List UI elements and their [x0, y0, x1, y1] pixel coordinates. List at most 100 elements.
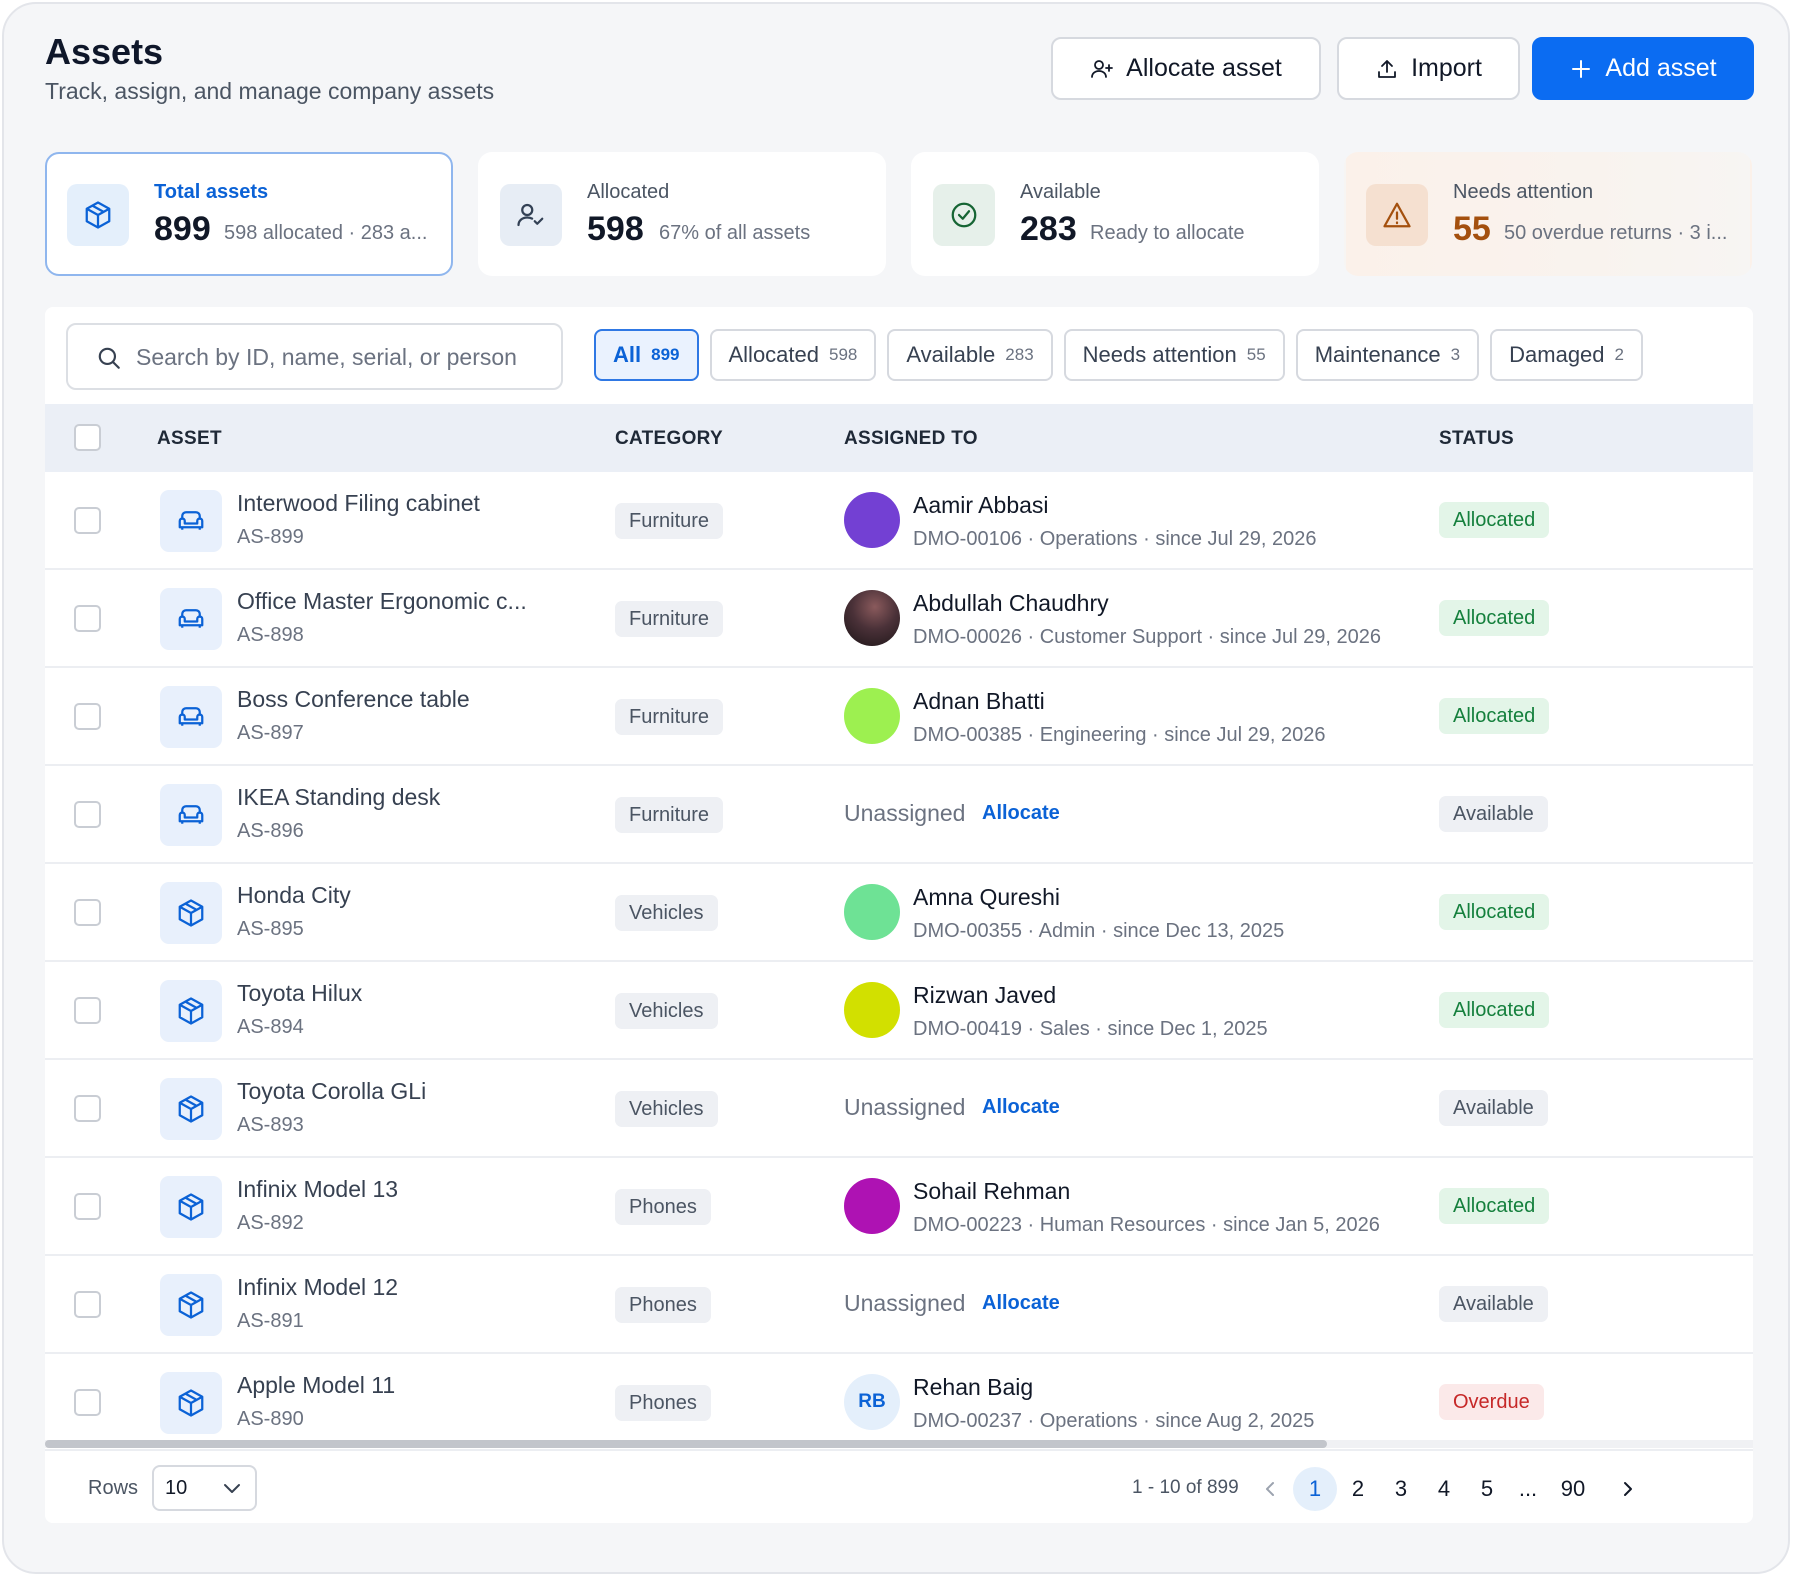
asset-name[interactable]: Infinix Model 12: [237, 1274, 398, 1301]
page-3-button[interactable]: 3: [1379, 1467, 1423, 1511]
filter-needs-attention[interactable]: Needs attention 55: [1063, 329, 1285, 381]
stat-card-allocated[interactable]: Allocated 598 67% of all assets: [478, 152, 886, 276]
search-input[interactable]: [136, 337, 546, 377]
sofa-icon: [160, 686, 222, 748]
prev-page-button[interactable]: [1249, 1467, 1293, 1511]
box-icon: [160, 1078, 222, 1140]
scrollbar-thumb[interactable]: [45, 1440, 1327, 1448]
next-page-button[interactable]: [1605, 1467, 1649, 1511]
row-checkbox[interactable]: [74, 997, 101, 1024]
filter-damaged[interactable]: Damaged 2: [1490, 329, 1643, 381]
asset-id: AS-898: [237, 624, 304, 646]
asset-name[interactable]: Interwood Filing cabinet: [237, 490, 480, 517]
row-checkbox[interactable]: [74, 1291, 101, 1318]
allocate-link[interactable]: Allocate: [982, 1096, 1060, 1119]
column-status[interactable]: STATUS: [1439, 428, 1514, 450]
add-asset-button[interactable]: Add asset: [1532, 37, 1754, 100]
status-badge: Allocated: [1439, 698, 1550, 734]
column-asset[interactable]: ASSET: [157, 428, 222, 450]
status-badge: Overdue: [1439, 1384, 1544, 1420]
table-row[interactable]: Apple Model 11 AS-890 Phones RB Rehan Baig DM…: [45, 1354, 1753, 1452]
status-badge: Allocated: [1439, 502, 1550, 538]
page-5-button[interactable]: 5: [1465, 1467, 1509, 1511]
page-ellipsis: ...: [1518, 1476, 1538, 1501]
stat-label: Available: [1020, 181, 1101, 203]
stat-label: Total assets: [154, 181, 269, 203]
page-90-button[interactable]: 90: [1551, 1467, 1595, 1511]
asset-id: AS-891: [237, 1310, 304, 1332]
sofa-icon: [160, 784, 222, 846]
assignee-name[interactable]: Sohail Rehman: [913, 1178, 1070, 1205]
page-1-button[interactable]: 1: [1293, 1467, 1337, 1511]
chip-count: 283: [1005, 345, 1034, 364]
row-checkbox[interactable]: [74, 1193, 101, 1220]
horizontal-scrollbar[interactable]: [45, 1440, 1753, 1448]
row-checkbox[interactable]: [74, 899, 101, 926]
row-checkbox[interactable]: [74, 703, 101, 730]
table-row[interactable]: Toyota Hilux AS-894 Vehicles Rizwan Javed DM…: [45, 962, 1753, 1060]
box-icon: [160, 980, 222, 1042]
assignee-name[interactable]: Amna Qureshi: [913, 884, 1060, 911]
allocate-link[interactable]: Allocate: [982, 802, 1060, 825]
assignee-meta: DMO-00355 · Admin · since Dec 13, 2025: [913, 920, 1285, 942]
status-badge: Allocated: [1439, 894, 1550, 930]
stat-label: Allocated: [587, 181, 670, 203]
stat-card-available[interactable]: Available 283 Ready to allocate: [911, 152, 1319, 276]
import-button[interactable]: Import: [1337, 37, 1520, 100]
column-assigned-to[interactable]: ASSIGNED TO: [844, 428, 978, 450]
category-badge: Vehicles: [615, 1091, 718, 1127]
assignee-name[interactable]: Rehan Baig: [913, 1374, 1033, 1401]
row-checkbox[interactable]: [74, 1095, 101, 1122]
assignee-name[interactable]: Rizwan Javed: [913, 982, 1056, 1009]
asset-name[interactable]: Apple Model 11: [237, 1372, 395, 1399]
table-row[interactable]: Honda City AS-895 Vehicles Amna Qureshi DMO-…: [45, 864, 1753, 962]
page-2-button[interactable]: 2: [1336, 1467, 1380, 1511]
asset-name[interactable]: Infinix Model 13: [237, 1176, 398, 1203]
add-asset-label: Add asset: [1605, 54, 1717, 82]
assignee-meta: DMO-00237 · Operations · since Aug 2, 20…: [913, 1410, 1315, 1432]
asset-name[interactable]: Office Master Ergonomic c...: [237, 588, 527, 615]
allocate-link[interactable]: Allocate: [982, 1292, 1060, 1315]
chip-count: 2: [1614, 345, 1624, 364]
assignee-name[interactable]: Abdullah Chaudhry: [913, 590, 1109, 617]
filter-allocated[interactable]: Allocated 598: [709, 329, 877, 381]
table-row[interactable]: Toyota Corolla GLi AS-893 Vehicles Unassign…: [45, 1060, 1753, 1158]
asset-name[interactable]: IKEA Standing desk: [237, 784, 440, 811]
row-checkbox[interactable]: [74, 605, 101, 632]
asset-name[interactable]: Honda City: [237, 882, 351, 909]
table-row[interactable]: Interwood Filing cabinet AS-899 Furniture A…: [45, 472, 1753, 570]
status-badge: Allocated: [1439, 992, 1550, 1028]
allocate-asset-button[interactable]: Allocate asset: [1051, 37, 1321, 100]
row-checkbox[interactable]: [74, 507, 101, 534]
stat-card-attention[interactable]: Needs attention 55 50 overdue returns · …: [1344, 152, 1752, 276]
category-badge: Phones: [615, 1189, 711, 1225]
filter-available[interactable]: Available 283: [887, 329, 1053, 381]
filter-maintenance[interactable]: Maintenance 3: [1295, 329, 1480, 381]
chevron-right-icon: [1624, 1482, 1632, 1496]
table-row[interactable]: IKEA Standing desk AS-896 Furniture Unassig…: [45, 766, 1753, 864]
upload-icon: [1378, 59, 1396, 78]
page-4-button[interactable]: 4: [1422, 1467, 1466, 1511]
asset-name[interactable]: Toyota Corolla GLi: [237, 1078, 426, 1105]
table-row[interactable]: Boss Conference table AS-897 Furniture Adna…: [45, 668, 1753, 766]
table-row[interactable]: Infinix Model 13 AS-892 Phones Sohail Rehma…: [45, 1158, 1753, 1256]
stat-card-total[interactable]: Total assets 899 598 allocated · 283 a..…: [45, 152, 453, 276]
category-badge: Furniture: [615, 503, 724, 539]
filter-all[interactable]: All 899: [594, 329, 699, 381]
status-badge: Allocated: [1439, 600, 1550, 636]
rows-label: Rows: [88, 1477, 139, 1499]
asset-name[interactable]: Boss Conference table: [237, 686, 470, 713]
assignee-meta: DMO-00385 · Engineering · since Jul 29, …: [913, 724, 1326, 746]
assignee-meta: DMO-00106 · Operations · since Jul 29, 2…: [913, 528, 1317, 550]
table-footer: Rows 10 1 - 10 of 899 1 2 3 4 5... 90: [45, 1449, 1753, 1523]
row-checkbox[interactable]: [74, 801, 101, 828]
row-checkbox[interactable]: [74, 1389, 101, 1416]
select-all-checkbox[interactable]: [74, 424, 101, 451]
assignee-name[interactable]: Aamir Abbasi: [913, 492, 1049, 519]
asset-name[interactable]: Toyota Hilux: [237, 980, 362, 1007]
rows-per-page-select[interactable]: 10: [152, 1465, 257, 1511]
column-category[interactable]: CATEGORY: [615, 428, 723, 450]
assignee-name[interactable]: Adnan Bhatti: [913, 688, 1045, 715]
table-row[interactable]: Office Master Ergonomic c... AS-898 Furnit…: [45, 570, 1753, 668]
table-row[interactable]: Infinix Model 12 AS-891 Phones Unassigned Al…: [45, 1256, 1753, 1354]
